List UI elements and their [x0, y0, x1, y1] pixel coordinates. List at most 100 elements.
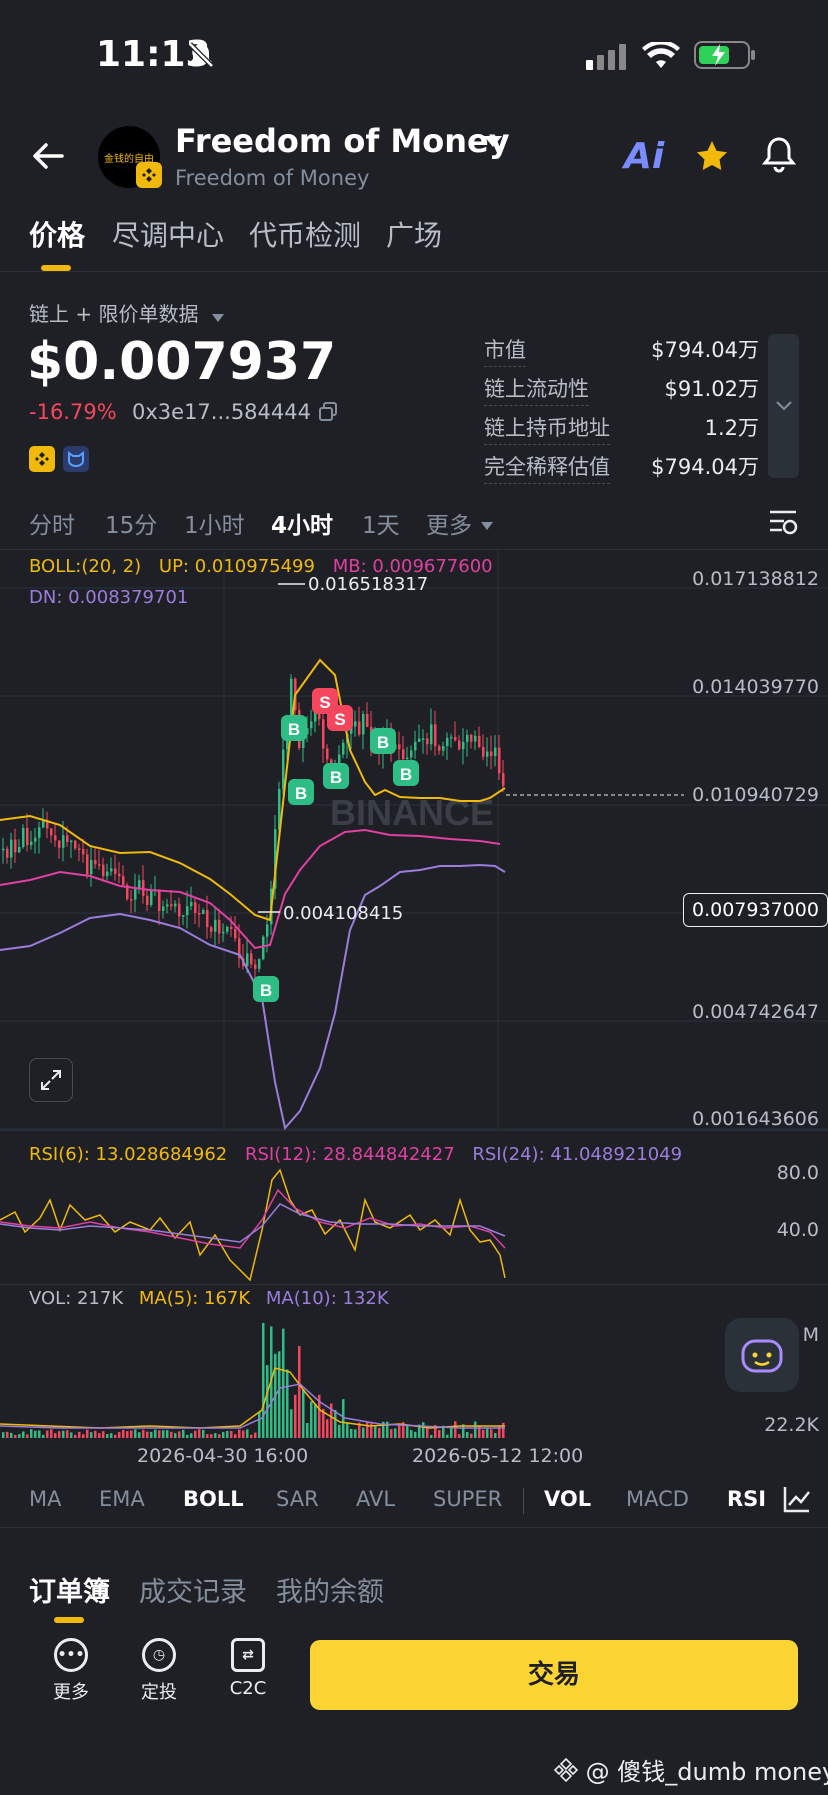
candle [174, 903, 177, 907]
token-dropdown-icon[interactable] [482, 134, 504, 154]
indicator-vol[interactable]: VOL [544, 1487, 591, 1511]
candle [190, 902, 193, 907]
wifi-icon [642, 40, 680, 74]
chart-settings-icon[interactable] [768, 508, 798, 540]
candle [486, 751, 489, 757]
volume-bar [170, 1431, 173, 1438]
action-more[interactable]: ••• 更多 [36, 1638, 106, 1704]
volume-bar [354, 1429, 357, 1438]
volume-bar [362, 1427, 365, 1438]
candle [250, 953, 253, 965]
indicator-sar[interactable]: SAR [276, 1487, 319, 1511]
candle [74, 840, 77, 849]
tab-my-balance[interactable]: 我的余额 [276, 1570, 384, 1609]
x-axis-label: 2026-04-30 16:00 [137, 1445, 309, 1467]
tab-research[interactable]: 尽调中心 [112, 214, 224, 254]
candle [282, 749, 285, 790]
buy-marker: B [281, 715, 307, 741]
interval-more[interactable]: 更多 [426, 506, 472, 540]
volume-bar [398, 1424, 401, 1438]
volume-bar [22, 1431, 25, 1438]
volume-bar [74, 1434, 77, 1438]
candle [406, 757, 409, 760]
candle [6, 848, 9, 858]
candle [466, 734, 469, 742]
indicator-boll[interactable]: BOLL [183, 1487, 244, 1511]
volume-bar [6, 1431, 9, 1438]
volume-bar [222, 1431, 225, 1438]
volume-bar [146, 1431, 149, 1438]
stats-expand-button[interactable] [768, 334, 799, 478]
indicator-avl[interactable]: AVL [356, 1487, 395, 1511]
volume-chart [0, 1323, 505, 1438]
vol-legend: VOL: 217K MA(5): 167K MA(10): 132K [29, 1288, 389, 1309]
battery-icon [694, 40, 756, 74]
tab-trade-history[interactable]: 成交记录 [139, 1570, 247, 1609]
candle [414, 741, 417, 751]
price-chart[interactable]: BINANCE 0.016518317 0.004108415 B B B B … [0, 550, 828, 1130]
indicator-rsi[interactable]: RSI [727, 1487, 766, 1511]
interval-4h[interactable]: 4小时 [271, 506, 333, 540]
ai-assistant-button[interactable] [725, 1318, 799, 1392]
contract-address[interactable]: 0x3e17...584444 [132, 400, 311, 424]
recurring-clock-icon: ◷ [142, 1638, 176, 1672]
candle [186, 906, 189, 916]
candle [26, 827, 29, 846]
candle [30, 841, 33, 846]
interval-1h[interactable]: 1小时 [184, 506, 245, 540]
candle [146, 895, 149, 905]
stat-value-fdv: $794.04万 [651, 455, 759, 479]
back-arrow-icon[interactable] [30, 138, 66, 178]
volume-bar [114, 1434, 117, 1438]
chevron-down-icon [775, 401, 792, 411]
tab-price[interactable]: 价格 [29, 214, 85, 254]
indicator-super[interactable]: SUPER [433, 1487, 502, 1511]
bell-icon[interactable] [761, 136, 797, 178]
buy-marker: B [370, 728, 396, 754]
indicator-ema[interactable]: EMA [99, 1487, 145, 1511]
trade-button[interactable]: 交易 [310, 1640, 798, 1710]
copy-icon[interactable] [318, 402, 338, 426]
security-badge-icon[interactable] [63, 446, 89, 472]
stat-value-liquidity: $91.02万 [664, 377, 759, 401]
volume-bar [210, 1434, 213, 1438]
interval-15m[interactable]: 15分 [105, 506, 157, 540]
candle [70, 840, 73, 843]
favorite-star-icon[interactable] [694, 138, 730, 178]
volume-bar [14, 1434, 17, 1438]
indicator-ma[interactable]: MA [29, 1487, 61, 1511]
volume-bar [230, 1431, 233, 1438]
candle [178, 903, 181, 917]
volume-bar [18, 1434, 21, 1438]
interval-1d[interactable]: 1天 [362, 506, 400, 540]
candle [422, 738, 425, 740]
token-name[interactable]: Freedom of Money [175, 122, 510, 160]
vol-axis-label: M [802, 1324, 819, 1346]
volume-bar [50, 1429, 53, 1438]
ai-button[interactable]: Ai [624, 136, 664, 177]
interval-timeline[interactable]: 分时 [29, 506, 75, 540]
data-source-label: 链上 + 限价单数据 [29, 302, 199, 326]
tab-token-check[interactable]: 代币检测 [249, 214, 361, 254]
volume-bar [174, 1433, 177, 1438]
indicator-macd[interactable]: MACD [626, 1487, 689, 1511]
volume-bar [130, 1430, 133, 1438]
volume-bar [150, 1431, 153, 1438]
action-recurring-buy[interactable]: ◷ 定投 [124, 1638, 194, 1704]
more-dots-icon: ••• [54, 1638, 88, 1672]
fullscreen-button[interactable] [29, 1058, 73, 1102]
tab-square[interactable]: 广场 [386, 214, 442, 254]
action-label: 定投 [141, 1682, 177, 1703]
candle [446, 737, 449, 747]
indicator-settings-icon[interactable] [782, 1484, 812, 1518]
tab-orderbook[interactable]: 订单簿 [29, 1570, 110, 1609]
boll-up-line [0, 658, 506, 922]
action-c2c[interactable]: ⇄ C2C [213, 1638, 283, 1699]
bnb-chain-icon[interactable] [29, 446, 55, 472]
current-price-tag[interactable]: 0.007937000 [683, 893, 828, 927]
candle [246, 953, 249, 967]
chain-badge-icon [136, 162, 162, 188]
data-source-select[interactable]: 链上 + 限价单数据 [29, 298, 225, 328]
volume-bar [346, 1423, 349, 1438]
volume-bar [162, 1430, 165, 1438]
